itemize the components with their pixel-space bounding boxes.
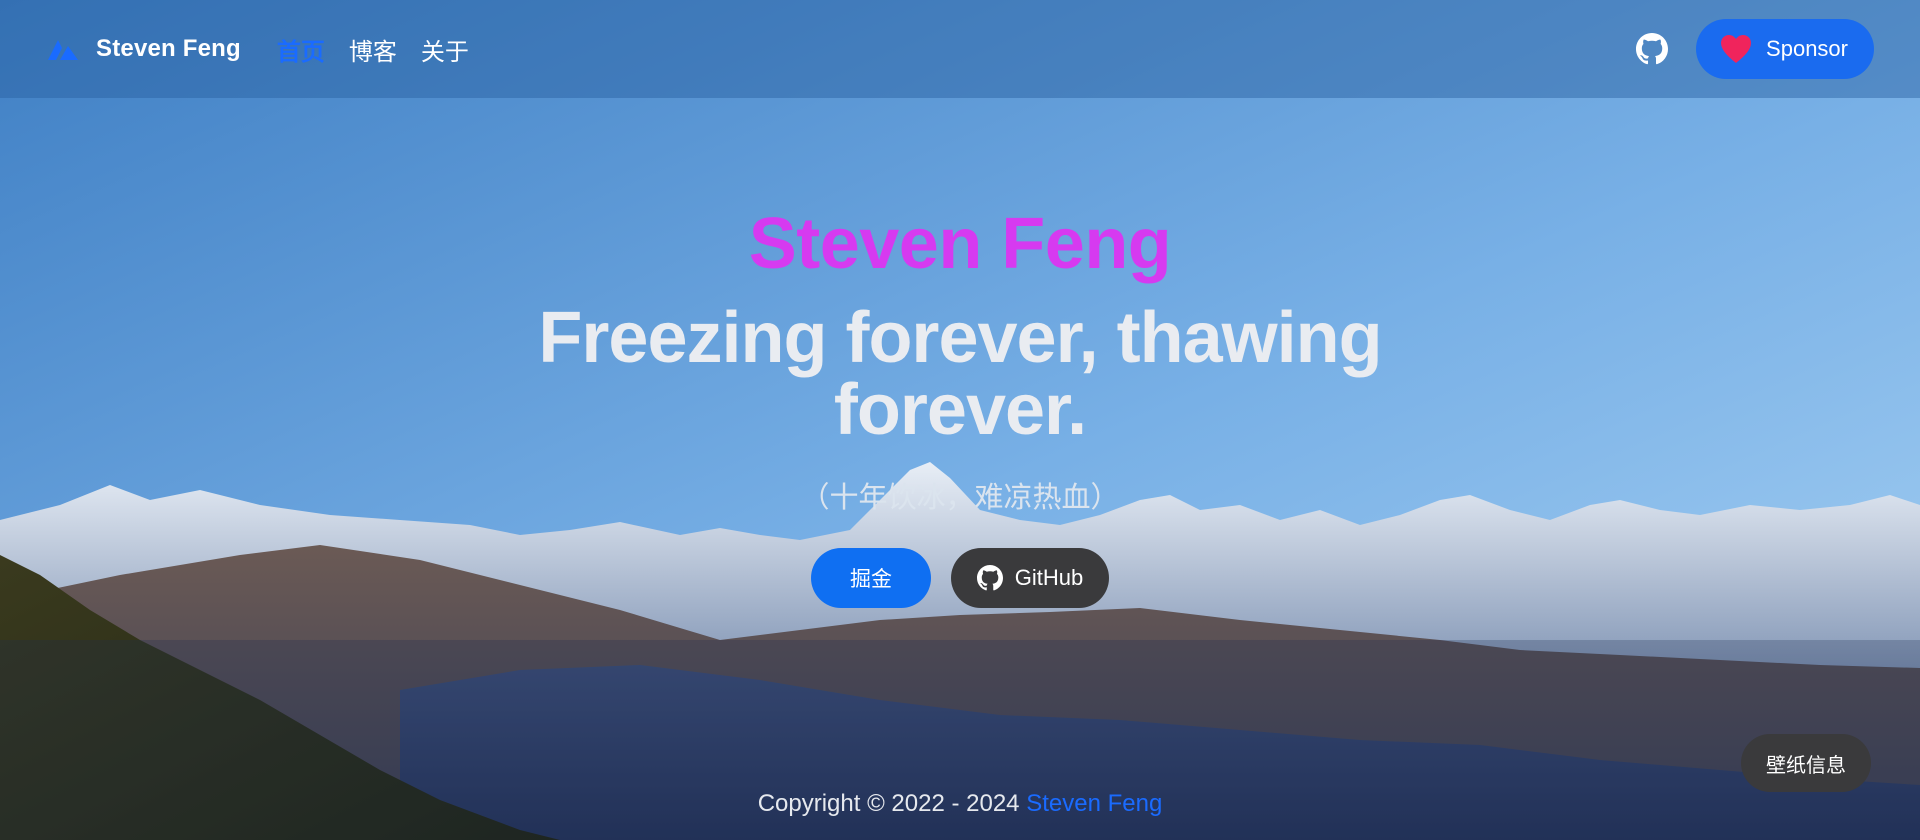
brand-name: Steven Feng (96, 35, 241, 62)
juejin-button[interactable]: 掘金 (811, 548, 931, 608)
github-icon (976, 565, 1003, 591)
brand-logo-icon (48, 40, 78, 60)
hero-subtitle: （十年饮冰，难凉热血） (800, 480, 1120, 514)
nav-link-blog[interactable]: 博客 (349, 32, 397, 67)
footer: Copyright © 2022 - 2024 Steven Feng (0, 790, 1920, 818)
github-button-label: GitHub (1014, 565, 1084, 590)
hero-name: Steven Feng (748, 204, 1172, 284)
sponsor-button[interactable]: Sponsor (1696, 19, 1874, 79)
heart-icon (1721, 35, 1752, 63)
main-nav: 首页 博客 关于 (277, 32, 469, 67)
hero-buttons: 掘金 GitHub (0, 548, 1920, 608)
github-button[interactable]: GitHub (951, 548, 1109, 608)
footer-author-link[interactable]: Steven Feng (1026, 790, 1162, 817)
hero-tagline: Freezing forever, thawing forever. (538, 298, 1382, 450)
top-navbar: Steven Feng 首页 博客 关于 Sponsor (0, 0, 1920, 98)
nav-link-home[interactable]: 首页 (277, 32, 325, 67)
nav-actions: Sponsor (1636, 19, 1874, 79)
brand-home-link[interactable]: Steven Feng (46, 35, 241, 63)
wallpaper-info-button[interactable]: 壁纸信息 (1741, 734, 1871, 792)
hero-section: Steven Feng Freezing forever, thawing fo… (0, 0, 1920, 840)
nav-link-about[interactable]: 关于 (421, 32, 469, 67)
github-icon[interactable] (1636, 33, 1669, 65)
copyright-text: Copyright © 2022 - 2024 (757, 790, 1027, 817)
sponsor-label: Sponsor (1766, 36, 1848, 61)
